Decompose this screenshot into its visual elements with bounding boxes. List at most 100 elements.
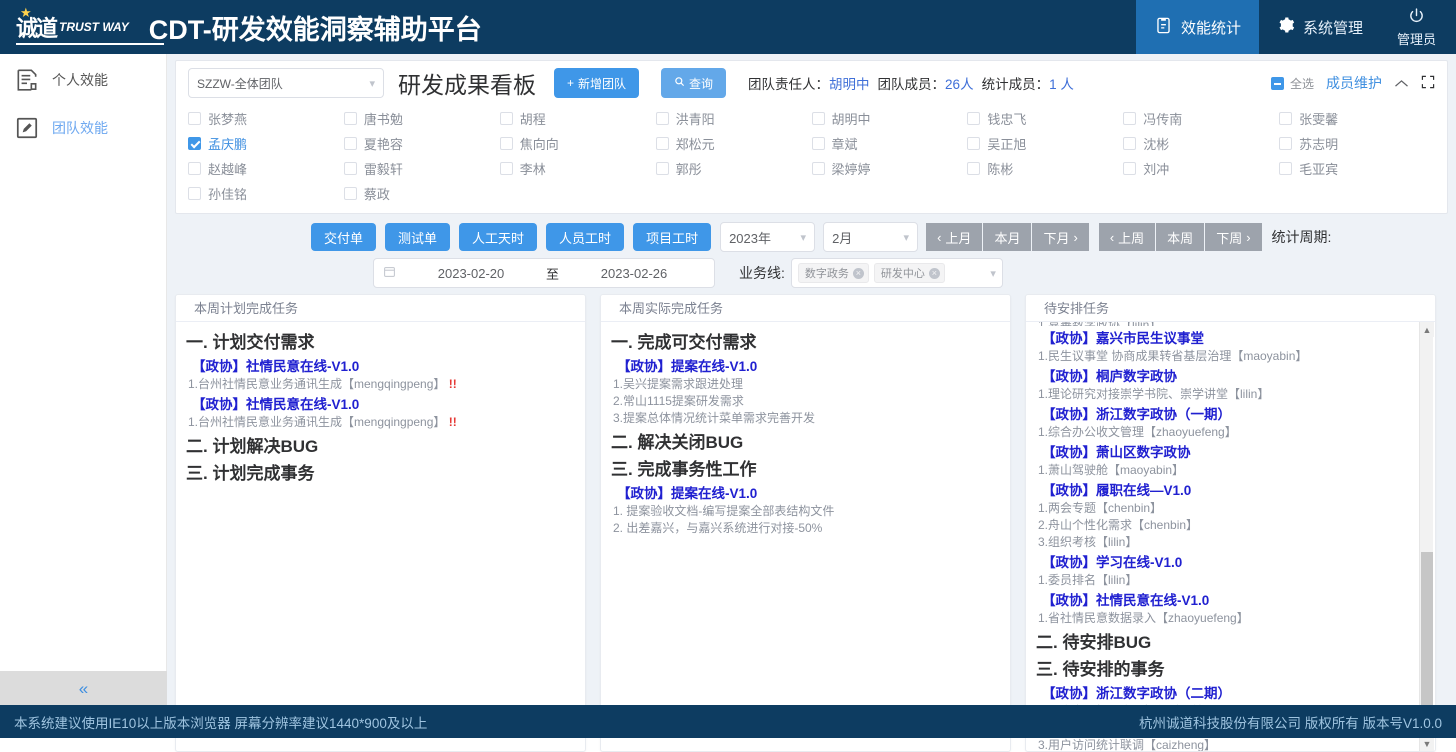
member-checkbox[interactable]: 章斌	[812, 134, 968, 153]
member-checkbox[interactable]: 冯传南	[1123, 109, 1279, 128]
report-type-button[interactable]: 测试单	[385, 223, 450, 251]
year-select[interactable]: 2023年 ▾	[720, 222, 815, 252]
task-item: 1.综合办公收文管理【zhaoyuefeng】	[1038, 424, 1413, 440]
bizline-chip[interactable]: 研发中心 ×	[874, 263, 945, 283]
section-heading: 二. 待安排BUG	[1036, 628, 1413, 653]
task-text: 1.两会专题【chenbin】	[1038, 501, 1162, 515]
project-heading: 【政协】浙江数字政协（二期）	[1042, 682, 1413, 702]
member-checkbox[interactable]: 赵越峰	[188, 159, 344, 178]
query-button[interactable]: 查询	[661, 68, 726, 98]
member-checkbox[interactable]: 孟庆鹏	[188, 134, 344, 153]
member-checkbox[interactable]: 刘冲	[1123, 159, 1279, 178]
footer-left-text: 本系统建议使用IE10以上版本浏览器 屏幕分辨率建议1440*900及以上	[14, 712, 427, 732]
bizline-chip[interactable]: 数字政务 ×	[798, 263, 869, 283]
nav-item-efficiency-stats[interactable]: 效能统计	[1136, 0, 1259, 54]
member-name: 焦向向	[520, 134, 559, 153]
user-menu[interactable]: 管理员	[1381, 0, 1456, 54]
card-body: 一. 计划交付需求【政协】社情民意在线-V1.01.台州社情民意业务通讯生成【m…	[176, 322, 585, 752]
member-checkbox[interactable]: 胡明中	[812, 109, 968, 128]
section-heading: 三. 待安排的事务	[1036, 655, 1413, 680]
sidebar-item-personal-efficiency[interactable]: 个人效能	[0, 60, 166, 100]
date-range-picker[interactable]: 2023-02-20 至 2023-02-26	[373, 258, 715, 288]
member-checkbox[interactable]: 钱忠飞	[967, 109, 1123, 128]
month-value: 2月	[832, 228, 852, 247]
next-week-button[interactable]: 下周 ›	[1205, 223, 1261, 251]
report-type-button[interactable]: 人员工时	[546, 223, 624, 251]
scrollbar-track[interactable]: ▲▼	[1419, 322, 1433, 751]
project-text: 【政协】桐庐数字政协	[1042, 369, 1177, 384]
member-checkbox[interactable]: 梁婷婷	[812, 159, 968, 178]
task-item: 1. 提案验收文档-编写提案全部表结构文件	[613, 503, 1000, 519]
fullscreen-icon[interactable]	[1421, 75, 1435, 92]
team-select[interactable]: SZZW-全体团队 ▾	[188, 68, 384, 98]
scroll-up-arrow-icon[interactable]: ▲	[1420, 322, 1434, 337]
project-text: 【政协】社情民意在线-V1.0	[192, 359, 359, 374]
section-text: 三. 计划完成事务	[186, 464, 314, 483]
task-item: 2. 出差嘉兴，与嘉兴系统进行对接-50%	[613, 520, 1000, 536]
brand-logo[interactable]: ★ 诚道 TRUST WAY	[16, 11, 129, 43]
prev-week-button[interactable]: ‹ 上周	[1099, 223, 1156, 251]
member-checkbox[interactable]: 蔡政	[344, 184, 500, 203]
current-week-button[interactable]: 本周	[1156, 223, 1205, 251]
member-checkbox[interactable]: 洪青阳	[656, 109, 812, 128]
power-icon	[1408, 7, 1425, 27]
task-text: 1.萧山驾驶舱【maoyabin】	[1038, 463, 1184, 477]
month-select[interactable]: 2月 ▾	[823, 222, 918, 252]
member-checkbox[interactable]: 张雯馨	[1279, 109, 1435, 128]
stat-members-label: 统计成员：	[982, 77, 1050, 92]
close-icon[interactable]: ×	[853, 268, 864, 279]
member-maintain-link[interactable]: 成员维护	[1326, 73, 1382, 93]
document-list-icon	[14, 67, 40, 93]
task-item: 1.民生议事堂 协商成果转省基层治理【maoyabin】	[1038, 348, 1413, 364]
member-checkbox[interactable]: 张梦燕	[188, 109, 344, 128]
task-item: 3.组织考核【lilin】	[1038, 534, 1413, 550]
current-month-button[interactable]: 本月	[983, 223, 1032, 251]
add-team-button[interactable]: + 新增团队	[554, 68, 639, 98]
select-all-checkbox[interactable]: 全选	[1271, 75, 1314, 92]
close-icon[interactable]: ×	[929, 268, 940, 279]
member-checkbox[interactable]: 孙佳铭	[188, 184, 344, 203]
section-text: 二. 计划解决BUG	[186, 437, 318, 456]
member-name: 钱忠飞	[987, 109, 1026, 128]
member-checkbox[interactable]: 毛亚宾	[1279, 159, 1435, 178]
project-heading: 【政协】嘉兴市民生议事堂	[1042, 327, 1413, 347]
top-header: ★ 诚道 TRUST WAY CDT-研发效能洞察辅助平台 效能统计	[0, 0, 1456, 54]
scrollbar-thumb[interactable]	[1421, 552, 1433, 730]
member-checkbox[interactable]: 吴正旭	[967, 134, 1123, 153]
app-title: CDT-研发效能洞察辅助平台	[149, 8, 482, 47]
member-checkbox[interactable]: 陈彬	[967, 159, 1123, 178]
member-checkbox[interactable]: 雷毅轩	[344, 159, 500, 178]
project-heading: 【政协】学习在线-V1.0	[1042, 551, 1413, 571]
scroll-down-arrow-icon[interactable]: ▼	[1420, 736, 1434, 751]
member-checkbox[interactable]: 郭彤	[656, 159, 812, 178]
priority-flag: !!	[445, 415, 456, 429]
chevron-down-icon: ▾	[904, 231, 910, 244]
report-type-button[interactable]: 交付单	[311, 223, 376, 251]
project-heading: 【政协】社情民意在线-V1.0	[1042, 589, 1413, 609]
member-checkbox[interactable]: 郑松元	[656, 134, 812, 153]
checkbox-box	[1271, 77, 1284, 90]
sidebar-item-team-efficiency[interactable]: 团队效能	[0, 108, 166, 148]
prev-week-label: 上周	[1118, 228, 1144, 247]
member-checkbox[interactable]: 胡程	[500, 109, 656, 128]
report-type-button[interactable]: 人工天时	[459, 223, 537, 251]
chip-label: 研发中心	[881, 265, 925, 281]
member-checkbox[interactable]: 夏艳容	[344, 134, 500, 153]
member-checkbox[interactable]: 李林	[500, 159, 656, 178]
prev-month-button[interactable]: ‹ 上月	[926, 223, 983, 251]
member-checkbox[interactable]: 苏志明	[1279, 134, 1435, 153]
report-type-button[interactable]: 项目工时	[633, 223, 711, 251]
nav-item-system-management[interactable]: 系统管理	[1259, 0, 1381, 54]
member-checkbox[interactable]: 沈彬	[1123, 134, 1279, 153]
next-month-button[interactable]: 下月 ›	[1032, 223, 1088, 251]
chevron-up-icon[interactable]	[1394, 75, 1409, 91]
bizline-multiselect[interactable]: 数字政务 × 研发中心 × ▾	[791, 258, 1003, 288]
member-checkbox[interactable]: 焦向向	[500, 134, 656, 153]
member-name: 梁婷婷	[832, 159, 871, 178]
member-checkbox[interactable]: 唐书勉	[344, 109, 500, 128]
bizline-label: 业务线:	[739, 263, 785, 283]
member-name: 李林	[520, 159, 546, 178]
sidebar-collapse-toggle[interactable]: «	[0, 671, 167, 705]
chevron-down-icon: ▾	[801, 231, 807, 244]
member-name: 孙佳铭	[208, 184, 247, 203]
